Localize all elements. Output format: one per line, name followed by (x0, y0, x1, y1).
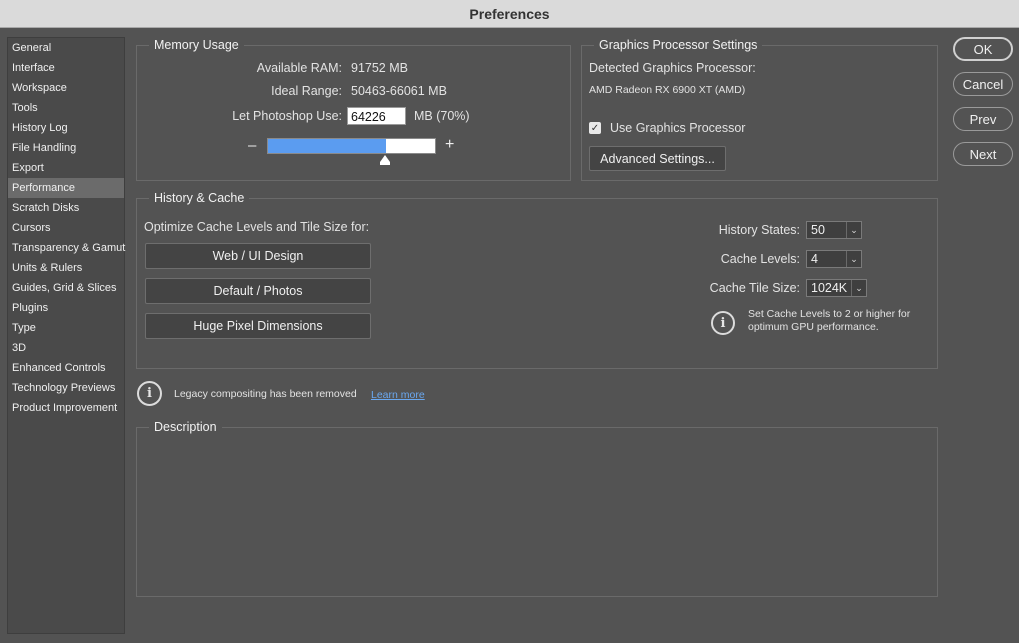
gpu-settings-title: Graphics Processor Settings (594, 37, 763, 53)
detected-gpu-value: AMD Radeon RX 6900 XT (AMD) (589, 84, 746, 96)
cache-levels-label: Cache Levels: (720, 252, 800, 266)
next-button[interactable]: Next (953, 142, 1013, 166)
memory-slider-thumb-base (380, 162, 390, 165)
gpu-note-line2: optimum GPU performance. (748, 321, 879, 333)
history-states-select[interactable]: 50 ⌄ (806, 221, 862, 239)
available-ram-label: Available RAM: (256, 61, 342, 75)
description-group: Description (136, 419, 938, 597)
cache-tile-size-label: Cache Tile Size: (709, 281, 800, 295)
sidebar-item-product-improvement[interactable]: Product Improvement (8, 398, 124, 418)
available-ram-value: 91752 MB (351, 61, 408, 75)
sidebar-item-export[interactable]: Export (8, 158, 124, 178)
sidebar-item-interface[interactable]: Interface (8, 58, 124, 78)
sidebar-item-units-rulers[interactable]: Units & Rulers (8, 258, 124, 278)
sidebar-item-plugins[interactable]: Plugins (8, 298, 124, 318)
photoshop-use-label: Let Photoshop Use: (232, 109, 342, 123)
preset-huge-pixel-button[interactable]: Huge Pixel Dimensions (145, 313, 371, 339)
sidebar-item-type[interactable]: Type (8, 318, 124, 338)
advanced-settings-button[interactable]: Advanced Settings... (589, 146, 726, 171)
photoshop-use-suffix: MB (70%) (414, 109, 470, 123)
sidebar-item-technology-previews[interactable]: Technology Previews (8, 378, 124, 398)
memory-slider-fill (268, 139, 386, 153)
cache-levels-value: 4 (811, 252, 818, 266)
ok-button[interactable]: OK (953, 37, 1013, 61)
sidebar-item-performance[interactable]: Performance (8, 178, 124, 198)
info-icon: i (137, 381, 162, 406)
cache-tile-size-value: 1024K (811, 281, 848, 295)
description-title: Description (149, 419, 222, 435)
memory-usage-title: Memory Usage (149, 37, 244, 53)
optimize-label: Optimize Cache Levels and Tile Size for: (144, 220, 370, 234)
cache-tile-size-select[interactable]: 1024K ⌄ (806, 279, 867, 297)
memory-decrease-button[interactable]: – (248, 137, 256, 154)
sidebar-item-cursors[interactable]: Cursors (8, 218, 124, 238)
sidebar-item-transparency-gamut[interactable]: Transparency & Gamut (8, 238, 125, 258)
use-gpu-checkbox[interactable]: ✓ (589, 122, 601, 134)
title-bar: Preferences (0, 0, 1019, 28)
window-title: Preferences (469, 5, 550, 22)
memory-slider-thumb[interactable] (380, 155, 390, 162)
cancel-button[interactable]: Cancel (953, 72, 1013, 96)
sidebar-item-guides-grid-slices[interactable]: Guides, Grid & Slices (8, 278, 124, 298)
history-states-label: History States: (718, 223, 800, 237)
cache-levels-select[interactable]: 4 ⌄ (806, 250, 862, 268)
sidebar-item-file-handling[interactable]: File Handling (8, 138, 124, 158)
sidebar-item-enhanced-controls[interactable]: Enhanced Controls (8, 358, 124, 378)
chevron-down-icon: ⌄ (851, 280, 866, 296)
ideal-range-value: 50463-66061 MB (351, 84, 447, 98)
ideal-range-label: Ideal Range: (271, 84, 342, 98)
sidebar-item-general[interactable]: General (8, 38, 124, 58)
use-gpu-label: Use Graphics Processor (610, 121, 746, 135)
preferences-sidebar: General Interface Workspace Tools History Lo… (7, 37, 125, 634)
sidebar-item-scratch-disks[interactable]: Scratch Disks (8, 198, 124, 218)
chevron-down-icon: ⌄ (846, 251, 861, 267)
info-icon: i (711, 311, 735, 335)
sidebar-item-tools[interactable]: Tools (8, 98, 124, 118)
learn-more-link[interactable]: Learn more (371, 389, 425, 401)
chevron-down-icon: ⌄ (846, 222, 861, 238)
memory-increase-button[interactable]: + (445, 136, 454, 154)
sidebar-item-3d[interactable]: 3D (8, 338, 124, 358)
sidebar-item-workspace[interactable]: Workspace (8, 78, 124, 98)
photoshop-use-input[interactable]: 64226 (347, 107, 406, 125)
history-cache-title: History & Cache (149, 190, 250, 206)
gpu-note-line1: Set Cache Levels to 2 or higher for (748, 308, 911, 320)
preset-web-ui-button[interactable]: Web / UI Design (145, 243, 371, 269)
sidebar-item-history-log[interactable]: History Log (8, 118, 124, 138)
preset-default-photos-button[interactable]: Default / Photos (145, 278, 371, 304)
history-states-value: 50 (811, 223, 825, 237)
prev-button[interactable]: Prev (953, 107, 1013, 131)
legacy-compositing-message: Legacy compositing has been removed (174, 388, 357, 400)
detected-gpu-label: Detected Graphics Processor: (589, 61, 756, 75)
memory-slider[interactable] (267, 138, 436, 154)
